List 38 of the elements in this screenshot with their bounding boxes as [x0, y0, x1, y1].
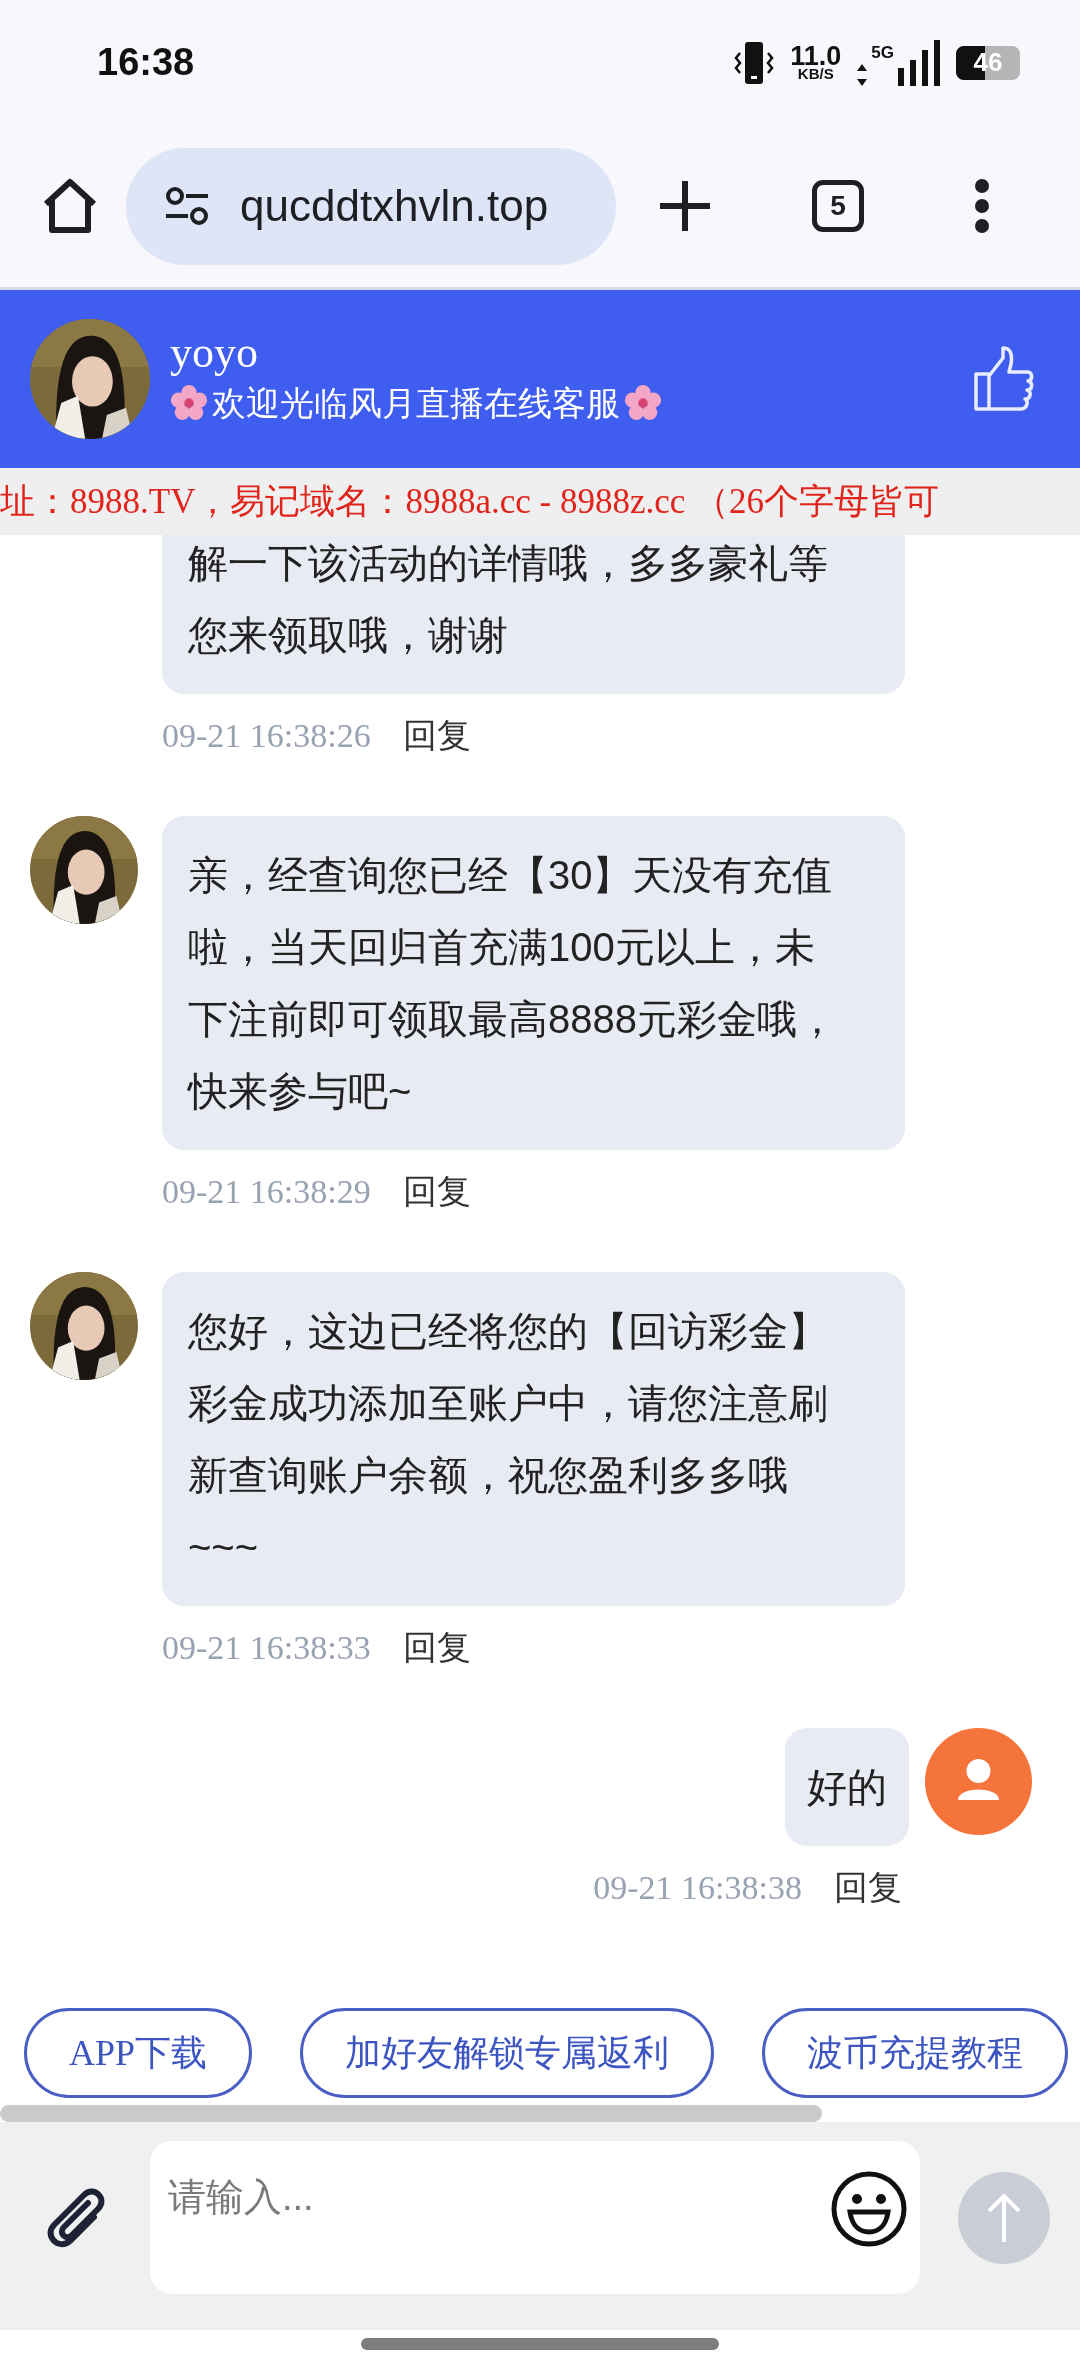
welcome-subtitle: 欢迎光临风月直播在线客服	[212, 382, 620, 424]
data-arrows-icon	[857, 63, 868, 86]
quick-action-button[interactable]: APP下载	[24, 2008, 253, 2098]
user-avatar-icon	[925, 1728, 1032, 1835]
speed-unit: KB/S	[797, 67, 834, 81]
message-time: 09-21 16:38:29	[162, 1172, 371, 1212]
flower-icon	[624, 384, 662, 423]
site-settings-icon[interactable]	[164, 186, 210, 226]
message-time: 09-21 16:38:38	[593, 1868, 802, 1908]
reply-link[interactable]: 回复	[834, 1862, 902, 1913]
network-speed: 11.0	[790, 44, 842, 68]
message-bubble: 好的	[785, 1728, 909, 1846]
message-time: 09-21 16:38:33	[162, 1628, 371, 1668]
message-bubble: 您好，这边已经将您的【回访彩金】彩金成功添加至账户中，请您注意刷新查询账户余额，祝您盈利多多哦~~~	[162, 1272, 905, 1606]
quick-action-button[interactable]: 加好友解锁专属返利	[300, 2008, 715, 2098]
signal-icon	[898, 39, 940, 86]
message-bubble: 亲，经查询您已经【30】天没有充值啦，当天回归首充满100元以上，未下注前即可领取最高8888元彩金哦，快来参与吧~	[162, 816, 905, 1150]
message-bubble: 解一下该活动的详情哦，多多豪礼等您来领取哦，谢谢	[162, 535, 905, 694]
network-type: 5G	[871, 41, 894, 64]
clock-time: 16:38	[97, 40, 195, 85]
url-text: qucddtxhvln.top	[240, 180, 549, 232]
reply-link[interactable]: 回复	[402, 710, 471, 761]
arrow-up-icon	[986, 2191, 1022, 2244]
agent-name: yoyo	[170, 329, 259, 378]
quick-action-button[interactable]: 波币充提教程	[762, 2008, 1069, 2098]
message-input[interactable]: 请输入...	[150, 2141, 920, 2294]
menu-icon[interactable]	[974, 178, 990, 234]
message-time: 09-21 16:38:26	[162, 716, 371, 756]
notice-ticker: 址：8988.TV，易记域名：8988a.cc - 8988z.cc （26个字母皆可	[0, 481, 941, 523]
address-bar[interactable]: qucddtxhvln.top	[126, 147, 616, 265]
thumbs-up-icon[interactable]	[973, 346, 1035, 412]
tab-count[interactable]: 5	[812, 180, 864, 232]
flower-icon	[170, 384, 208, 423]
emoji-icon[interactable]	[830, 2170, 908, 2248]
reply-link[interactable]: 回复	[402, 1166, 471, 1217]
reply-link[interactable]: 回复	[402, 1622, 471, 1673]
new-tab-icon[interactable]	[658, 179, 712, 233]
scrollbar[interactable]	[0, 2105, 822, 2122]
